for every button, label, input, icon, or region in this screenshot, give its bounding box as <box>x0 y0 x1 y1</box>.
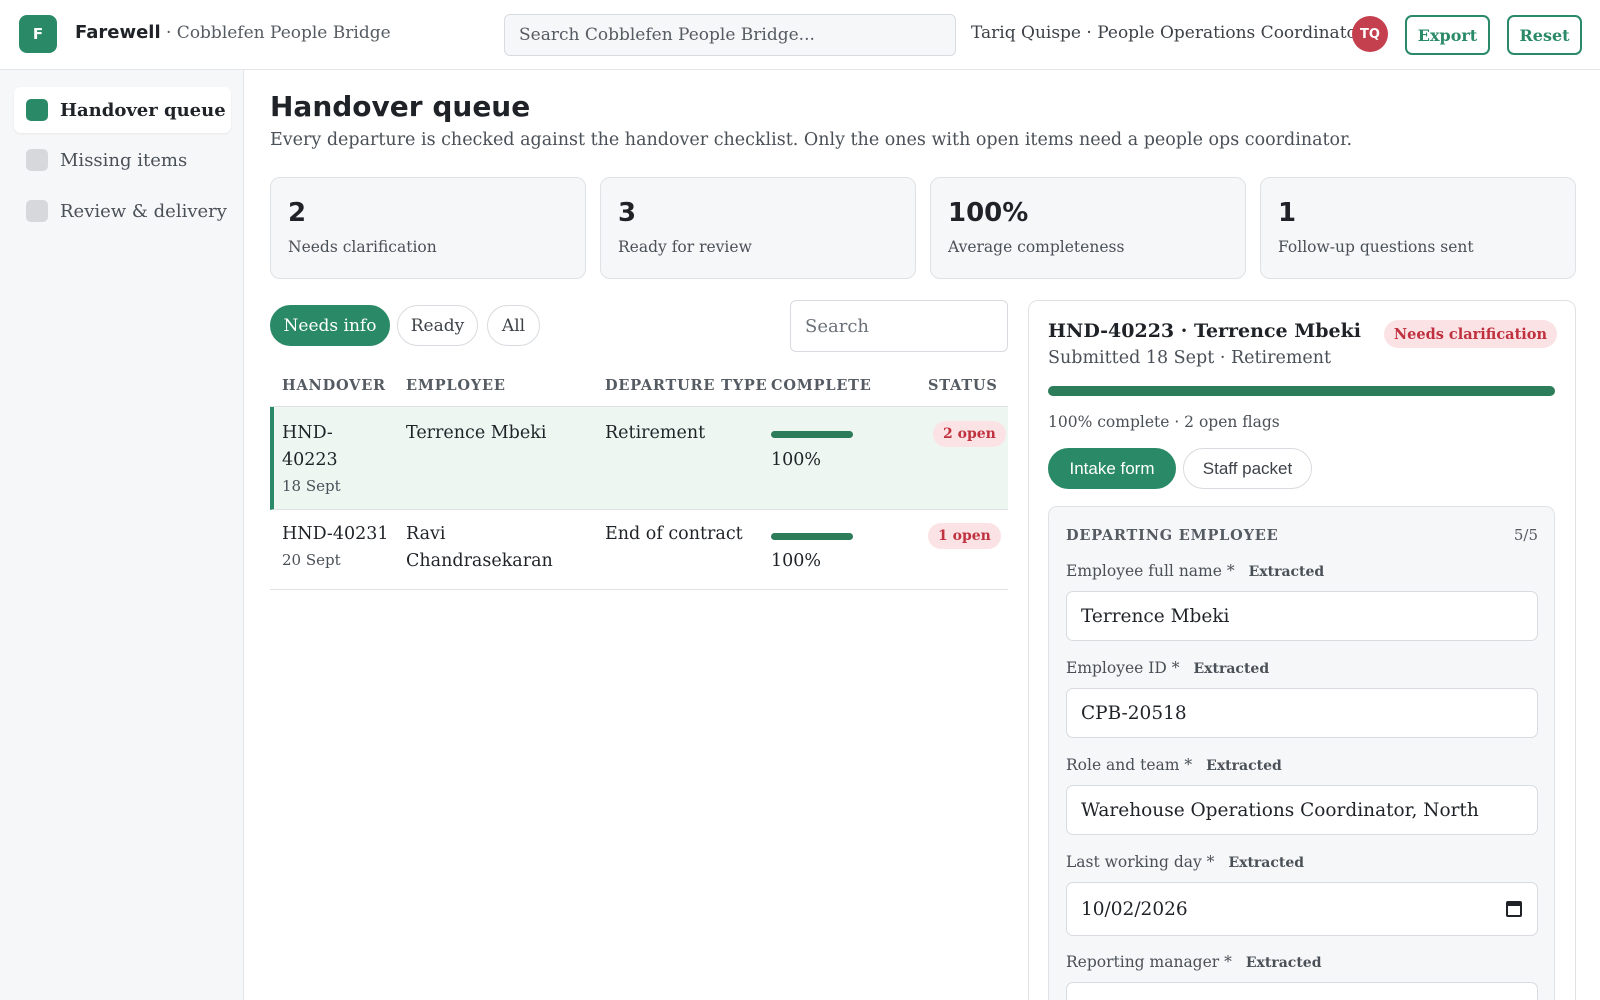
stat-label: Ready for review <box>618 238 752 256</box>
stat-label: Follow-up questions sent <box>1278 238 1474 256</box>
completeness-label: 100% <box>771 450 822 470</box>
departing-employee-section: DEPARTING EMPLOYEE 5/5 Employee full nam… <box>1048 506 1555 1000</box>
employee-name: Terrence Mbeki <box>406 423 547 443</box>
handover-id: HND- 40223 <box>282 423 338 470</box>
stat-card-average-completeness: 100% Average completeness <box>930 177 1246 279</box>
filter-needs-info[interactable]: Needs info <box>270 305 390 346</box>
detail-progress-bar-fill <box>1048 386 1555 396</box>
detail-status-badge: Needs clarification <box>1383 320 1557 348</box>
column-header-departure-type[interactable]: DEPARTURE TYPE <box>605 377 767 394</box>
extracted-tag: Extracted <box>1245 955 1322 971</box>
completeness-bar <box>771 431 853 438</box>
detail-meta: 100% complete · 2 open flags <box>1048 413 1280 431</box>
review-delivery-icon <box>26 200 48 222</box>
extracted-tag: Extracted <box>1228 855 1305 871</box>
table-row[interactable]: HND- 40223 18 Sept Terrence Mbeki Retire… <box>270 407 1008 510</box>
stat-value: 1 <box>1278 198 1297 228</box>
stat-value: 2 <box>288 198 307 228</box>
stat-card-follow-up-questions: 1 Follow-up questions sent <box>1260 177 1576 279</box>
app-name: Farewell <box>75 22 161 43</box>
field-label-employee-id: Employee ID * Extracted <box>1066 659 1270 677</box>
reset-button[interactable]: Reset <box>1507 15 1582 55</box>
column-header-complete[interactable]: COMPLETE <box>771 377 872 394</box>
missing-items-icon <box>26 149 48 171</box>
global-search-input[interactable] <box>504 14 956 56</box>
completeness-label: 100% <box>771 551 822 571</box>
detail-panel: HND-40223 · Terrence Mbeki Needs clarifi… <box>1028 300 1576 1000</box>
departure-type: End of contract <box>605 524 743 544</box>
stat-card-ready-for-review: 3 Ready for review <box>600 177 916 279</box>
handover-id: HND-40231 <box>282 524 389 544</box>
last-working-day-wrapper <box>1049 882 1556 936</box>
detail-subtitle: Submitted 18 Sept · Retirement <box>1048 348 1332 368</box>
org-name: · Cobblefen People Bridge <box>166 23 391 43</box>
column-header-handover[interactable]: HANDOVER <box>282 377 386 394</box>
app-logo: F <box>19 15 57 53</box>
section-title: DEPARTING EMPLOYEE <box>1066 527 1279 544</box>
status-badge: 1 open <box>928 523 1001 549</box>
app-header: F Farewell · Cobblefen People Bridge Tar… <box>0 0 1600 70</box>
extracted-tag: Extracted <box>1248 564 1325 580</box>
extracted-tag: Extracted <box>1193 661 1270 677</box>
completeness-bar-fill <box>771 533 853 540</box>
sidebar-item-review-delivery[interactable]: Review & delivery <box>14 188 231 234</box>
completeness-bar-fill <box>771 431 853 438</box>
sidebar-item-label: Handover queue <box>60 99 226 121</box>
employee-name-field[interactable] <box>1066 591 1538 641</box>
sidebar-item-missing-items[interactable]: Missing items <box>14 137 231 183</box>
export-button[interactable]: Export <box>1405 15 1490 55</box>
role-team-field[interactable] <box>1066 785 1538 835</box>
sidebar: Handover queue Missing items Review & de… <box>0 70 244 1000</box>
field-label-employee-name: Employee full name * Extracted <box>1066 562 1325 580</box>
completeness-bar <box>771 533 853 540</box>
page-title: Handover queue <box>270 90 531 123</box>
handover-date: 18 Sept <box>282 477 341 495</box>
employee-id-field[interactable] <box>1066 688 1538 738</box>
page-subtitle: Every departure is checked against the h… <box>270 130 1353 150</box>
extracted-tag: Extracted <box>1206 758 1282 774</box>
table-search-input[interactable] <box>790 300 1008 352</box>
calendar-icon[interactable] <box>1506 901 1522 917</box>
field-label-role-team: Role and team * Extracted <box>1066 756 1282 774</box>
column-header-employee[interactable]: EMPLOYEE <box>406 377 506 394</box>
employee-name: Ravi Chandrasekaran <box>406 524 553 571</box>
sidebar-item-handover-queue[interactable]: Handover queue <box>14 87 231 133</box>
handover-date: 20 Sept <box>282 551 341 569</box>
last-working-day-field[interactable] <box>1066 882 1538 936</box>
stat-card-needs-clarification: 2 Needs clarification <box>270 177 586 279</box>
detail-title: HND-40223 · Terrence Mbeki <box>1048 320 1362 342</box>
stat-value: 3 <box>618 198 637 228</box>
section-count: 5/5 <box>1513 526 1538 544</box>
status-badge: 2 open <box>933 421 1006 447</box>
field-label-last-working-day: Last working day * Extracted <box>1066 853 1305 871</box>
detail-progress-bar <box>1048 386 1555 396</box>
tab-staff-packet[interactable]: Staff packet <box>1183 448 1312 489</box>
filter-all[interactable]: All <box>487 305 540 346</box>
tab-intake-form[interactable]: Intake form <box>1048 448 1176 489</box>
column-header-status[interactable]: STATUS <box>928 377 998 394</box>
stat-label: Needs clarification <box>288 238 437 256</box>
stat-value: 100% <box>948 198 1029 228</box>
user-label: Tariq Quispe · People Operations Coordin… <box>971 23 1365 43</box>
sidebar-item-label: Review & delivery <box>60 200 227 222</box>
reporting-manager-field[interactable] <box>1066 982 1538 1000</box>
handover-queue-icon <box>26 99 48 121</box>
avatar[interactable]: TQ <box>1352 16 1388 52</box>
stat-label: Average completeness <box>948 238 1125 256</box>
filter-ready[interactable]: Ready <box>397 305 478 346</box>
field-label-reporting-manager: Reporting manager * Extracted <box>1066 953 1322 971</box>
departure-type: Retirement <box>605 423 706 443</box>
table-row[interactable]: HND-40231 20 Sept Ravi Chandrasekaran En… <box>270 510 1008 590</box>
sidebar-item-label: Missing items <box>60 149 188 171</box>
